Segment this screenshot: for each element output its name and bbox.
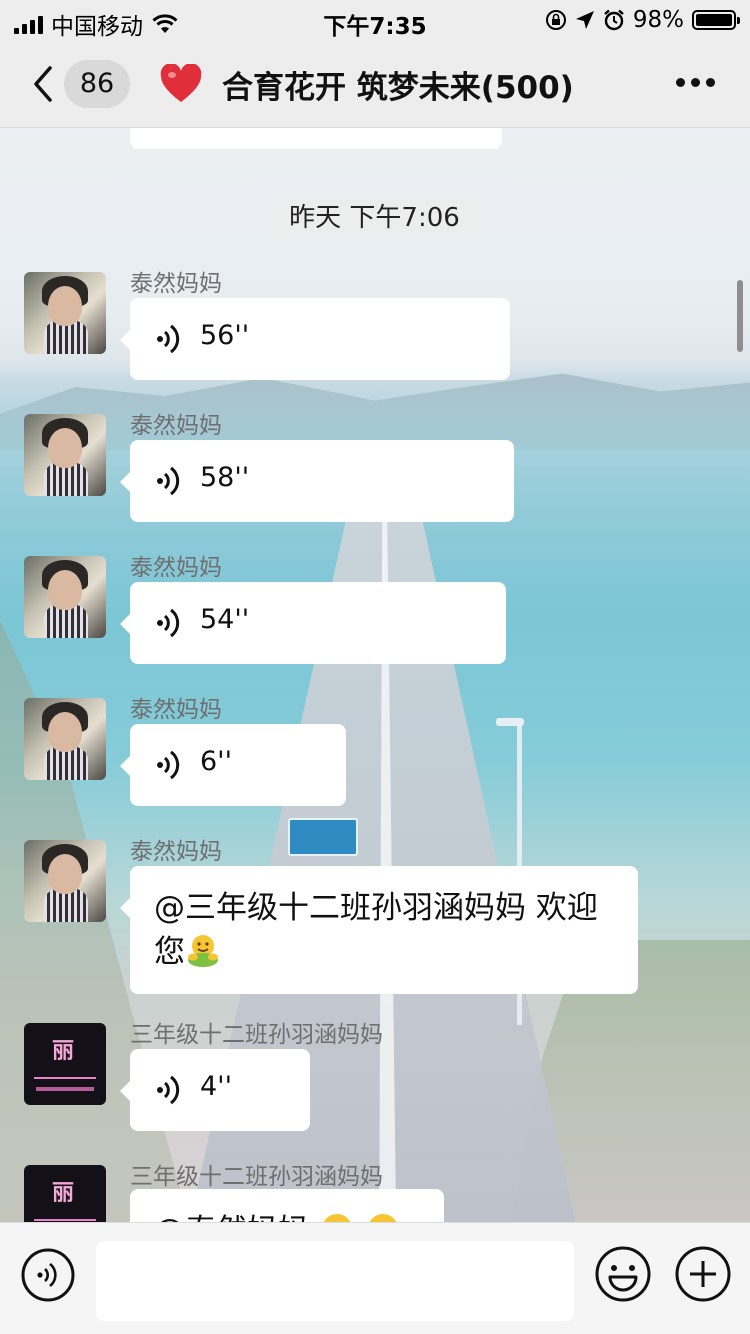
voice-wave-icon [157, 750, 180, 780]
alarm-icon [604, 9, 624, 31]
sender-name: 三年级十二班孙羽涵妈妈 [130, 1022, 383, 1048]
orientation-lock-icon [545, 10, 566, 30]
voice-wave-icon [157, 1075, 180, 1105]
previous-message-bubble[interactable] [130, 128, 502, 149]
voice-message-bubble[interactable]: 56'' [120, 298, 510, 380]
voice-duration: 58'' [200, 462, 250, 493]
voice-duration: 54'' [200, 604, 250, 635]
voice-wave-icon [157, 324, 180, 354]
location-icon [575, 11, 594, 29]
avatar[interactable] [24, 556, 106, 638]
avatar[interactable] [24, 272, 106, 354]
sender-name: 三年级十二班孙羽涵妈妈 [130, 1164, 383, 1190]
text-message-bubble[interactable]: @三年级十二班孙羽涵妈妈 欢迎您 [120, 866, 638, 994]
avatar[interactable]: 丽 [24, 1165, 106, 1222]
smile-emoji-icon [369, 1214, 396, 1222]
message-input[interactable] [96, 1241, 574, 1321]
voice-message-bubble[interactable]: 6'' [120, 724, 346, 806]
avatar[interactable] [24, 698, 106, 780]
status-bar: 中国移动 下午7:35 98% [0, 0, 750, 40]
battery-icon [692, 10, 740, 30]
text-message-bubble[interactable]: @泰然妈妈 [120, 1189, 444, 1222]
heart-icon [160, 64, 202, 102]
sender-name: 泰然妈妈 [130, 555, 222, 581]
voice-wave-icon [157, 608, 180, 638]
message-list[interactable]: 昨天 下午7:06 泰然妈妈 56'' 泰然妈妈 58'' 泰然妈妈 54'' … [0, 128, 750, 1222]
smile-emoji-icon [323, 1214, 351, 1222]
chat-title: 合育花开 筑梦未来(500) [222, 70, 574, 106]
voice-wave-icon [157, 466, 180, 496]
voice-duration: 56'' [200, 320, 250, 351]
sender-name: 泰然妈妈 [130, 697, 222, 723]
back-chevron-icon[interactable] [28, 64, 56, 104]
hug-emoji-icon [188, 935, 218, 967]
avatar[interactable]: 丽 [24, 1023, 106, 1105]
voice-message-bubble[interactable]: 58'' [120, 440, 514, 522]
message-text: @泰然妈妈 [154, 1213, 309, 1222]
voice-input-icon[interactable] [20, 1247, 76, 1303]
emoji-face-icon[interactable] [594, 1245, 652, 1303]
voice-message-bubble[interactable]: 4'' [120, 1049, 310, 1131]
unread-count-badge[interactable]: 86 [64, 60, 130, 108]
scrollbar[interactable] [737, 280, 743, 352]
chat-nav-bar: 86 合育花开 筑梦未来(500) [0, 40, 750, 128]
message-timestamp: 昨天 下午7:06 [273, 198, 476, 238]
plus-icon[interactable] [674, 1245, 732, 1303]
avatar[interactable] [24, 414, 106, 496]
avatar[interactable] [24, 840, 106, 922]
avatar-label: 丽 [51, 1181, 78, 1206]
sender-name: 泰然妈妈 [130, 839, 222, 865]
voice-duration: 6'' [200, 746, 233, 777]
chat-input-bar [0, 1222, 750, 1334]
voice-duration: 4'' [200, 1071, 233, 1102]
avatar-label: 丽 [51, 1039, 78, 1064]
voice-message-bubble[interactable]: 54'' [120, 582, 506, 664]
more-options-icon[interactable] [676, 78, 716, 90]
sender-name: 泰然妈妈 [130, 413, 222, 439]
sender-name: 泰然妈妈 [130, 271, 222, 297]
battery-percent: 98% [632, 7, 684, 33]
